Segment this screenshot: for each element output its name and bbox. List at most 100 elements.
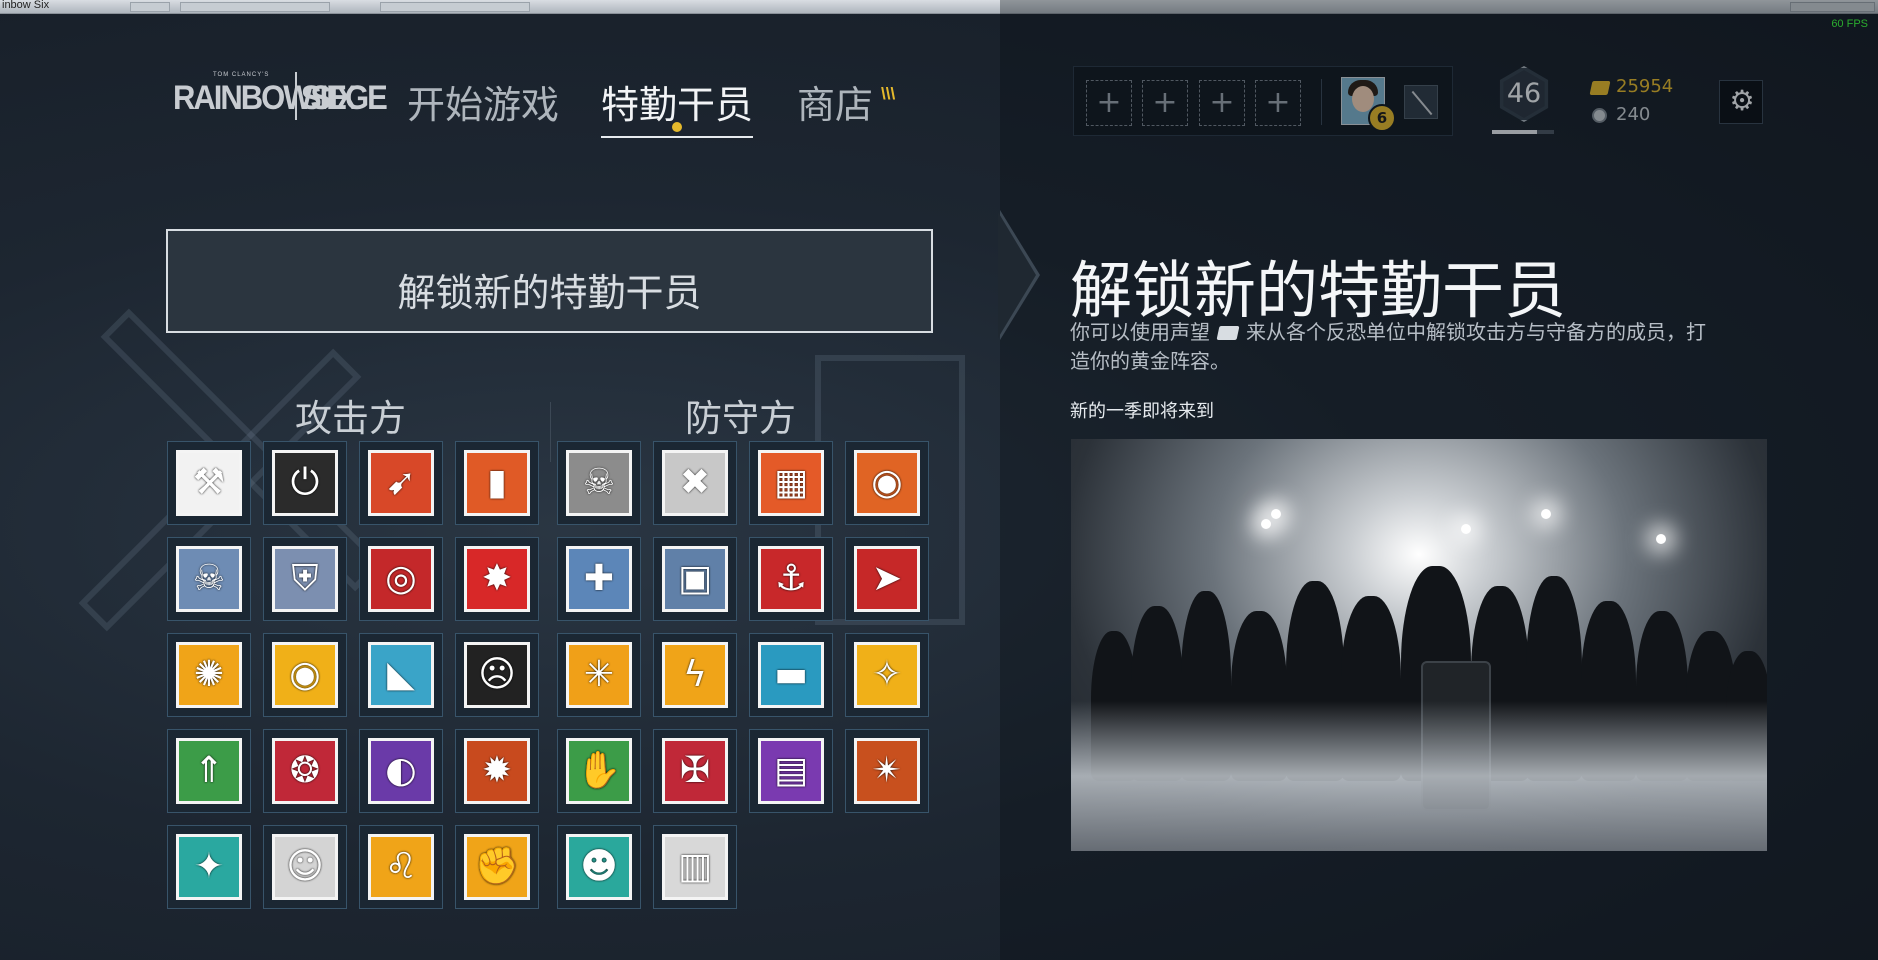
operator-icon-frame: ☠: [566, 450, 632, 516]
operator-tile[interactable]: ◐: [359, 729, 443, 813]
grin-face-icon: ☻: [580, 846, 618, 887]
operator-tile[interactable]: ▤: [749, 729, 833, 813]
operator-tile[interactable]: ☺: [263, 825, 347, 909]
crossed-skull-icon: ✠: [679, 750, 711, 791]
arrow-breach-icon: ➹: [385, 462, 417, 503]
operator-tile[interactable]: ➹: [359, 441, 443, 525]
detail-title: 解锁新的特勤干员: [1070, 254, 1567, 327]
operator-tile[interactable]: ☠: [167, 537, 251, 621]
operator-icon-frame: ✠: [662, 738, 728, 804]
unlock-operators-button[interactable]: 解锁新的特勤干员: [166, 229, 933, 333]
lion-head-icon: ♌: [384, 846, 418, 887]
operator-tile[interactable]: ✋: [557, 729, 641, 813]
blade-hand-icon: ✋: [576, 750, 622, 791]
stage-light: [1461, 524, 1471, 534]
attackers-heading: 攻击方: [295, 397, 406, 440]
compass-star-icon: ✴: [871, 750, 903, 791]
taskbar-tab[interactable]: [380, 2, 530, 12]
operator-icon-frame: ➹: [368, 450, 434, 516]
operator-icon-frame: ⇑: [176, 738, 242, 804]
operator-tile[interactable]: ϟ: [653, 633, 737, 717]
operator-icon-frame: ◣: [368, 642, 434, 708]
nav-store[interactable]: 商店: [797, 74, 873, 134]
operator-icon-frame: ⏻: [272, 450, 338, 516]
operator-icon-frame: ✧: [854, 642, 920, 708]
operator-tile[interactable]: ✴: [845, 729, 929, 813]
stage-light: [1271, 509, 1281, 519]
operator-icon-frame: ⚓: [758, 546, 824, 612]
operator-tile[interactable]: ◎: [359, 537, 443, 621]
crossed-mask-icon: ✖: [679, 462, 711, 503]
operator-tile[interactable]: ✚: [557, 537, 641, 621]
new-items-icon: \\\: [881, 84, 896, 103]
nav-play[interactable]: 开始游戏: [407, 74, 559, 134]
castle-wall-icon: ▦: [773, 462, 808, 503]
drill-icon: ➤: [871, 558, 903, 599]
window-title: inbow Six: [2, 0, 50, 11]
notification-dot: [672, 122, 682, 132]
operator-icon-frame: ▤: [758, 738, 824, 804]
operator-tile[interactable]: ✦: [167, 825, 251, 909]
shark-icon: ◣: [387, 654, 415, 695]
operators-lineup-image[interactable]: [1071, 439, 1767, 851]
detail-description: 你可以使用声望 来从各个反恐单位中解锁攻击方与守备方的成员，打造你的黄金阵容。: [1070, 318, 1710, 376]
operator-icon-frame: ▮: [464, 450, 530, 516]
operator-icon-frame: ➤: [854, 546, 920, 612]
stage-light: [1541, 509, 1551, 519]
cluster-charge-icon: ❂: [289, 750, 321, 791]
game-logo: TOM CLANCY'S RAINBOWSIX SIEGE: [173, 72, 388, 122]
operator-icon-frame: ☠: [176, 546, 242, 612]
operator-tile[interactable]: ☹: [455, 633, 539, 717]
operator-tile[interactable]: ➤: [845, 537, 929, 621]
taskbar-tab[interactable]: [130, 2, 170, 12]
goggles-face-icon: ☺: [286, 846, 324, 887]
operator-tile[interactable]: ▦: [749, 441, 833, 525]
season-coming-label: 新的一季即将来到: [1070, 401, 1214, 422]
medic-cross-icon: ✚: [583, 558, 615, 599]
operator-tile[interactable]: ▮: [455, 441, 539, 525]
operator-tile[interactable]: ♌: [359, 825, 443, 909]
logo-subtitle: TOM CLANCY'S: [213, 72, 270, 78]
operator-tile[interactable]: ✧: [845, 633, 929, 717]
operator-tile[interactable]: ▣: [653, 537, 737, 621]
operator-icon-frame: ✸: [464, 546, 530, 612]
wing-crest-icon: ✧: [871, 654, 903, 695]
operator-tile[interactable]: ⏻: [263, 441, 347, 525]
arrow-up-icon: ⇑: [193, 750, 225, 791]
nav-operators[interactable]: 特勤干员: [601, 74, 754, 138]
swirl-eye-icon: ◐: [385, 750, 417, 791]
operator-tile[interactable]: ⛨: [263, 537, 347, 621]
operator-tile[interactable]: ✺: [167, 633, 251, 717]
eagle-wings-icon: ✦: [193, 846, 225, 887]
barricade-icon: ▬: [773, 654, 808, 695]
operator-tile[interactable]: ◉: [263, 633, 347, 717]
shield-crest-icon: ⛨: [291, 558, 319, 599]
operator-icon-frame: ⚒: [176, 450, 242, 516]
nav-play-label: 开始游戏: [407, 83, 560, 127]
operator-tile[interactable]: ✹: [455, 729, 539, 813]
operator-tile[interactable]: ❂: [263, 729, 347, 813]
operator-tile[interactable]: ☻: [557, 825, 641, 909]
operator-icon-frame: ✺: [176, 642, 242, 708]
smoke-fog: [1071, 701, 1767, 851]
fist-icon: ✊: [474, 846, 520, 887]
eye-scan-icon: ◉: [871, 462, 903, 503]
operator-tile[interactable]: ▬: [749, 633, 833, 717]
operator-tile[interactable]: ⚒: [167, 441, 251, 525]
operator-tile[interactable]: ✊: [455, 825, 539, 909]
operator-tile[interactable]: ⚓: [749, 537, 833, 621]
taskbar-tab[interactable]: [180, 2, 330, 12]
operator-tile[interactable]: ✸: [455, 537, 539, 621]
operator-tile[interactable]: ✖: [653, 441, 737, 525]
operator-tile[interactable]: ✳: [557, 633, 641, 717]
operator-tile[interactable]: ◣: [359, 633, 443, 717]
scream-mask-icon: ☹: [478, 654, 516, 695]
operator-tile[interactable]: ⇑: [167, 729, 251, 813]
operator-tile[interactable]: ☠: [557, 441, 641, 525]
operator-tile[interactable]: ▥: [653, 825, 737, 909]
operator-icon-frame: ❂: [272, 738, 338, 804]
operator-tile[interactable]: ◉: [845, 441, 929, 525]
nav-operators-label: 特勤干员: [601, 83, 754, 127]
operator-tile[interactable]: ✠: [653, 729, 737, 813]
shield-power-icon: ⏻: [290, 462, 320, 503]
